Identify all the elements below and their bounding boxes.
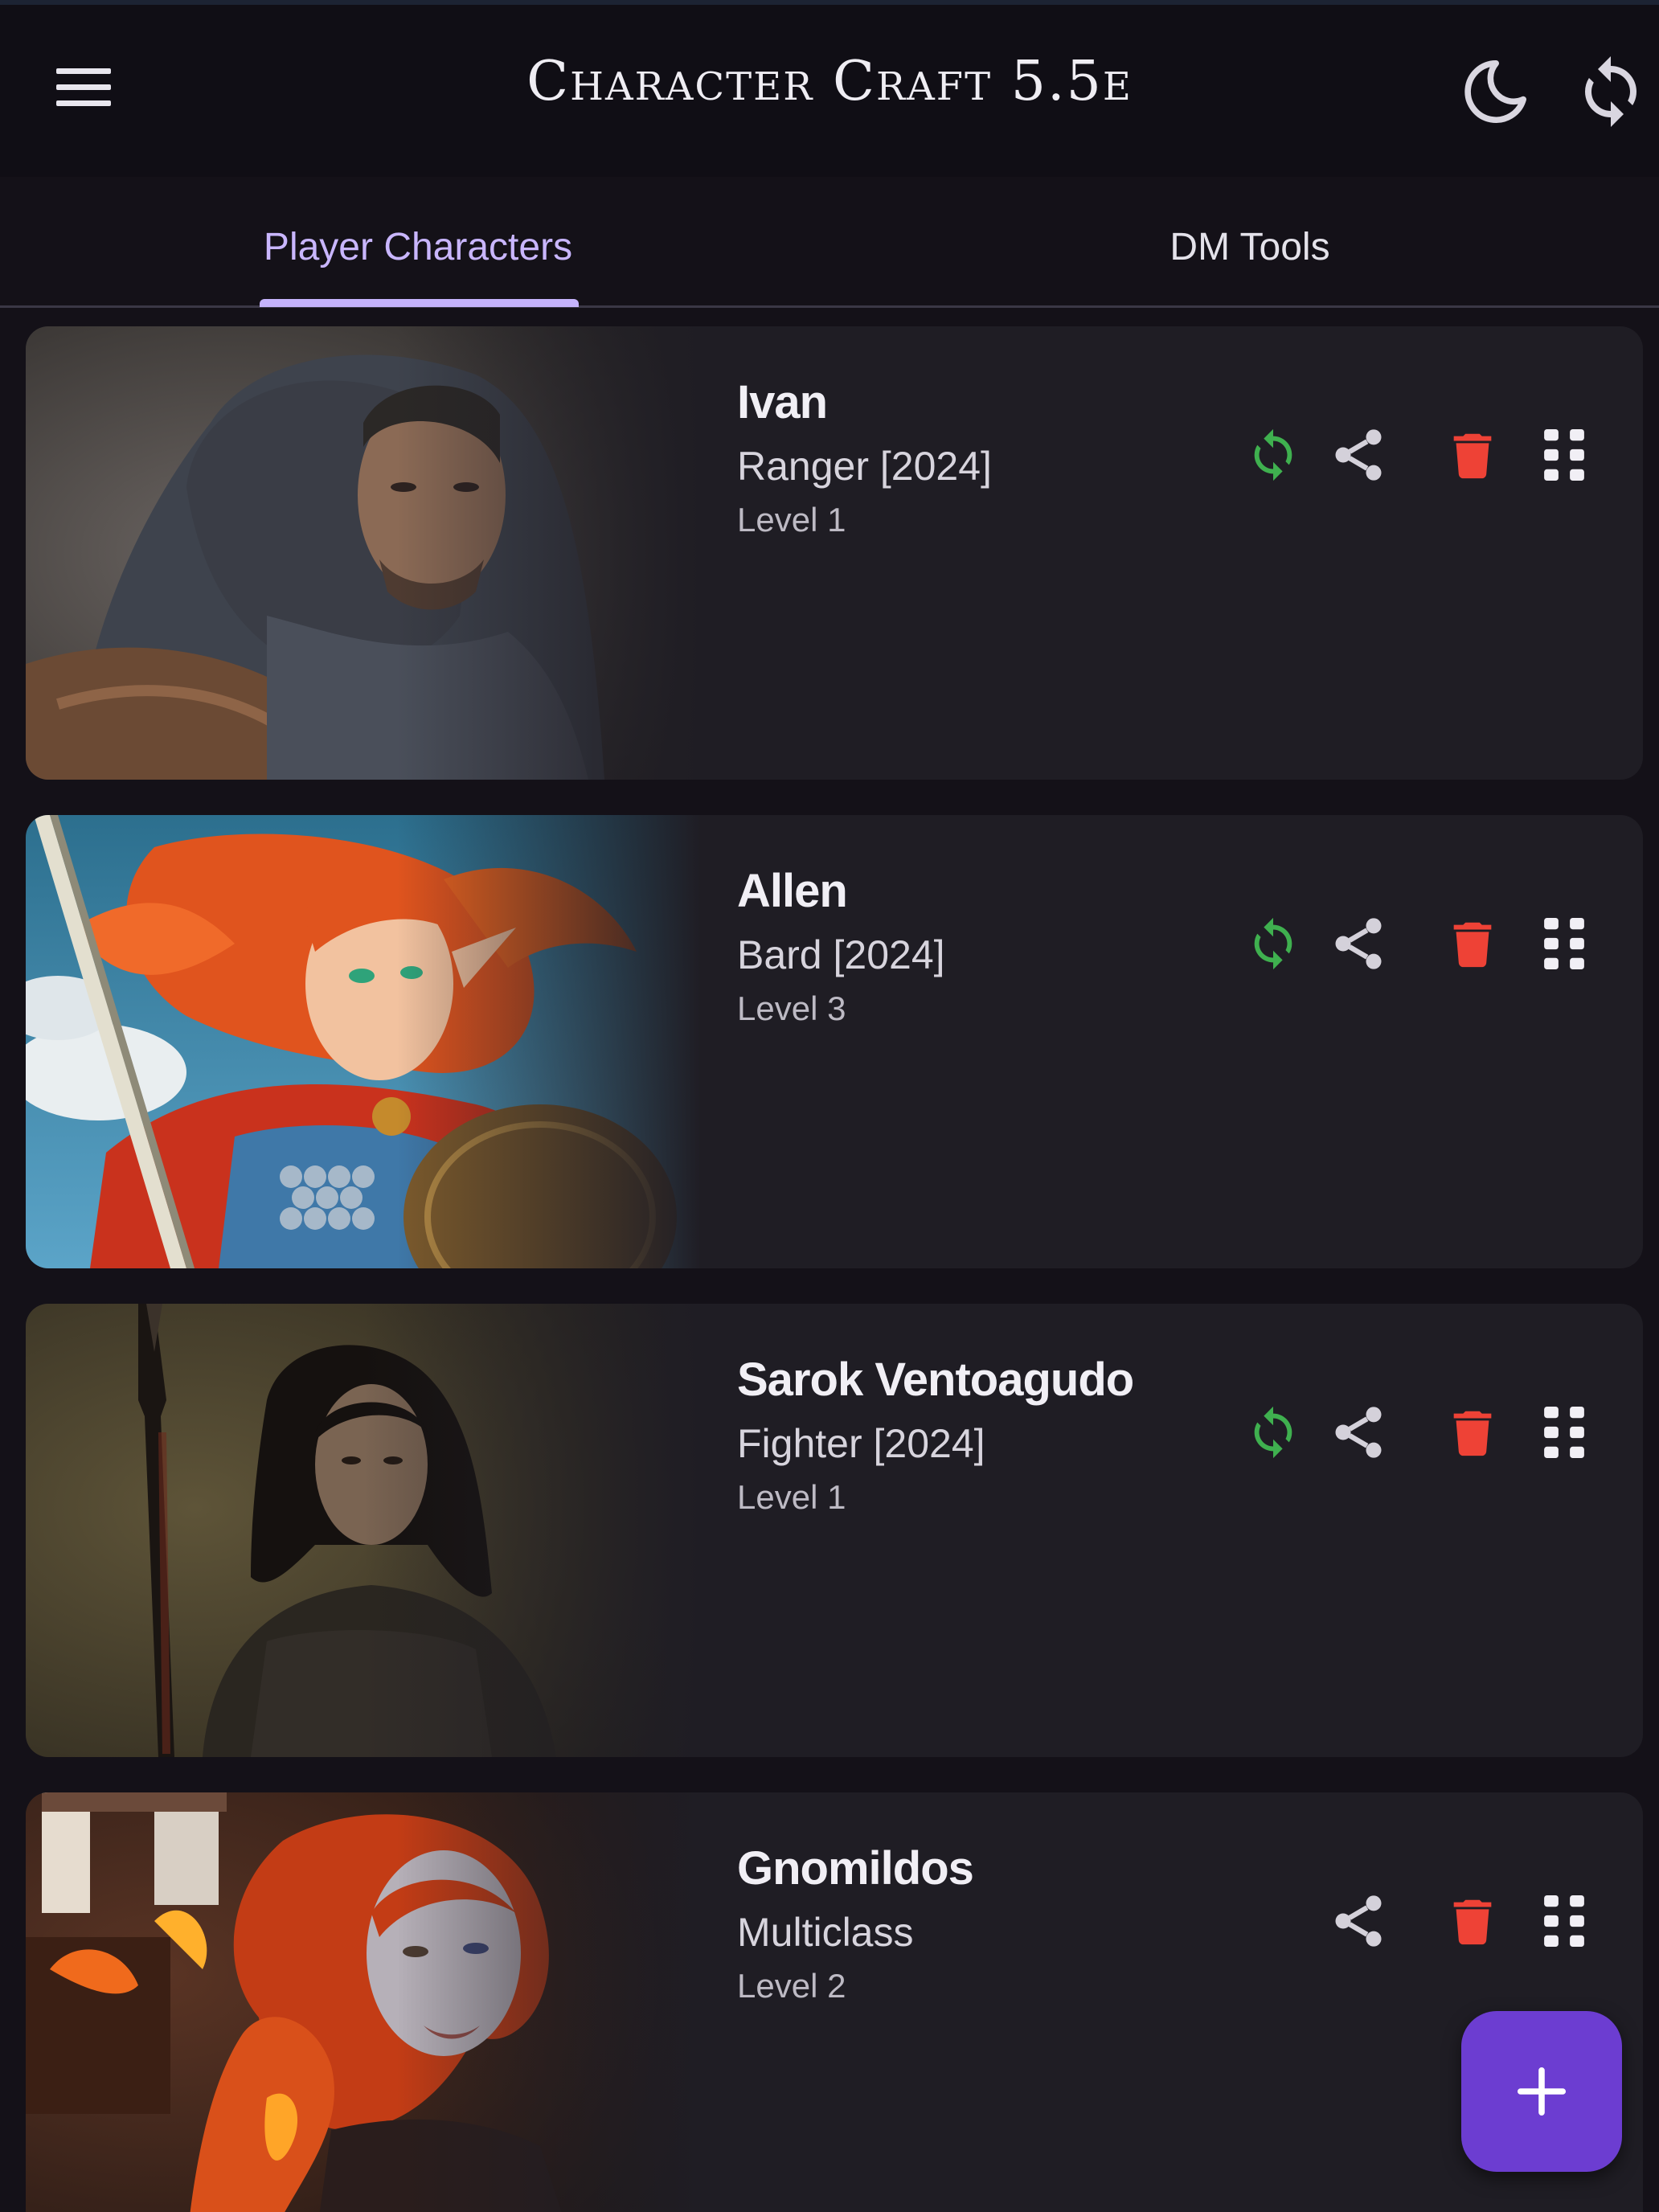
character-level: Level 2: [737, 1967, 846, 2005]
character-portrait: [26, 1304, 701, 1757]
share-icon: [1335, 1407, 1382, 1458]
trash-icon: [1453, 922, 1492, 968]
trash-icon: [1453, 433, 1492, 479]
share-character-button[interactable]: [1318, 415, 1399, 495]
share-character-button[interactable]: [1318, 1392, 1399, 1473]
character-card[interactable]: Allen Bard [2024] Level 3: [26, 815, 1643, 1268]
character-portrait: [26, 815, 701, 1268]
app-screen: Character Craft 5.5e Player Characters D…: [0, 0, 1659, 2212]
character-card[interactable]: Sarok Ventoagudo Fighter [2024] Level 1: [26, 1304, 1643, 1757]
character-portrait: [26, 1792, 701, 2212]
character-list: Ivan Ranger [2024] Level 1 Allen Bard [2…: [0, 0, 1659, 2212]
character-level: Level 1: [737, 1478, 846, 1516]
share-icon: [1335, 1895, 1382, 1947]
share-character-button[interactable]: [1318, 1881, 1399, 1961]
drag-handle-icon: [1544, 429, 1584, 481]
character-card[interactable]: Ivan Ranger [2024] Level 1: [26, 326, 1643, 780]
share-character-button[interactable]: [1318, 903, 1399, 984]
character-card[interactable]: Gnomildos Multiclass Level 2: [26, 1792, 1643, 2212]
card-actions: [26, 903, 1643, 984]
reorder-handle[interactable]: [1524, 1881, 1604, 1961]
drag-handle-icon: [1544, 1407, 1584, 1458]
sync-character-button[interactable]: [1233, 903, 1313, 984]
add-character-button[interactable]: [1461, 2011, 1622, 2172]
trash-icon: [1453, 1411, 1492, 1456]
trash-icon: [1453, 1899, 1492, 1945]
sync-character-button[interactable]: [1233, 1392, 1313, 1473]
delete-character-button[interactable]: [1432, 903, 1513, 984]
card-actions: [26, 415, 1643, 495]
sync-character-button[interactable]: [1233, 415, 1313, 495]
reorder-handle[interactable]: [1524, 1392, 1604, 1473]
sync-icon: [1254, 917, 1292, 970]
character-portrait: [26, 326, 701, 780]
sync-icon: [1254, 1406, 1292, 1459]
card-actions: [26, 1392, 1643, 1473]
reorder-handle[interactable]: [1524, 415, 1604, 495]
drag-handle-icon: [1544, 1895, 1584, 1947]
delete-character-button[interactable]: [1432, 1881, 1513, 1961]
character-level: Level 3: [737, 989, 846, 1027]
share-icon: [1335, 429, 1382, 481]
delete-character-button[interactable]: [1432, 1392, 1513, 1473]
card-actions: [26, 1881, 1643, 1961]
delete-character-button[interactable]: [1432, 415, 1513, 495]
character-level: Level 1: [737, 501, 846, 539]
sync-icon: [1254, 428, 1292, 481]
plus-icon: [1517, 2067, 1567, 2116]
reorder-handle[interactable]: [1524, 903, 1604, 984]
share-icon: [1335, 918, 1382, 969]
drag-handle-icon: [1544, 918, 1584, 969]
